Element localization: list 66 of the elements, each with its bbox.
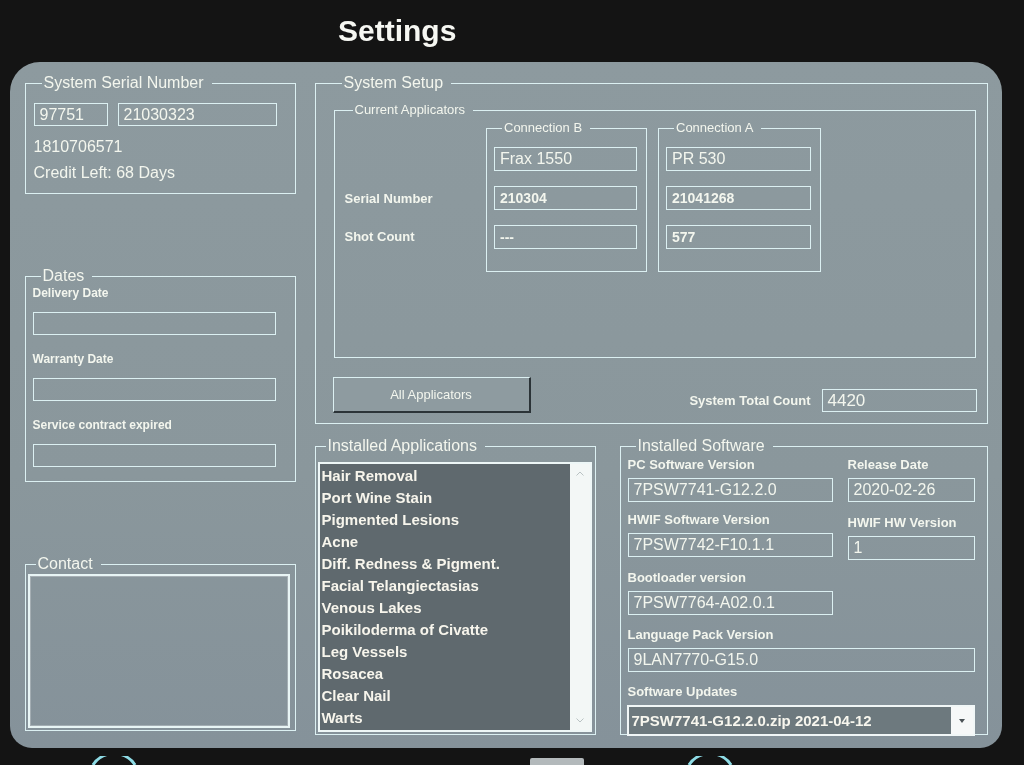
info-text: Credit Left: 68 Days — [33, 163, 175, 183]
group-title: Connection A — [675, 121, 755, 135]
group-title: Dates — [41, 268, 86, 284]
chevron-down-icon[interactable] — [575, 718, 584, 723]
group-title: Installed Applications — [326, 438, 478, 454]
field-label: Bootloader version — [627, 570, 746, 586]
list-item[interactable]: Acne — [321, 531, 359, 553]
serial-number-field[interactable]: 97751 — [33, 103, 108, 126]
list-item[interactable]: Facial Telangiectasias — [321, 575, 479, 597]
applicator-name-field[interactable]: PR 530 — [666, 147, 811, 171]
list-item[interactable]: Clear Nail — [321, 685, 391, 707]
group-title: Connection B — [503, 121, 584, 135]
version-field[interactable]: 9LAN7770-G15.0 — [627, 648, 975, 672]
ring-icon[interactable] — [90, 756, 138, 765]
caret-icon — [958, 718, 965, 723]
field-label: HWIF Software Version — [627, 512, 770, 528]
serial-number-field[interactable]: 21030323 — [117, 103, 277, 126]
version-field[interactable]: 7PSW7741-G12.2.0 — [627, 478, 833, 502]
field-label: Service contract expired — [32, 417, 172, 433]
handle-icon[interactable] — [530, 758, 584, 765]
software-updates-dropdown[interactable]: 7PSW7741-G12.2.0.zip 2021-04-12 — [626, 705, 975, 736]
field-label: Warranty Date — [32, 351, 114, 367]
shot-count-field[interactable]: 577 — [666, 225, 811, 249]
group-title: System Serial Number — [42, 75, 205, 91]
serial-number-field[interactable]: 210304 — [494, 186, 637, 210]
date-field[interactable] — [32, 444, 276, 467]
list-item[interactable]: Warts — [321, 707, 363, 729]
list-item[interactable]: Hair Removal — [321, 465, 418, 487]
version-field[interactable]: 7PSW7764-A02.0.1 — [627, 591, 833, 615]
field-label: Software Updates — [627, 684, 738, 700]
list-item[interactable]: Port Wine Stain — [321, 487, 433, 509]
field-label: PC Software Version — [627, 457, 755, 473]
applicator-name-field[interactable]: Frax 1550 — [494, 147, 637, 171]
serial-number-field[interactable]: 21041268 — [666, 186, 811, 210]
field-label: Language Pack Version — [627, 627, 774, 643]
info-text: 1810706571 — [33, 137, 123, 157]
ring-icon[interactable] — [686, 756, 734, 765]
list-item[interactable]: Pigmented Lesions — [321, 509, 460, 531]
version-field[interactable]: 7PSW7742-F10.1.1 — [627, 533, 833, 557]
date-field[interactable] — [32, 312, 276, 335]
page-title: Settings — [338, 14, 457, 48]
date-field[interactable]: 2020-02-26 — [847, 478, 975, 502]
row-label: Shot Count — [344, 227, 415, 246]
total-count-field[interactable]: 4420 — [821, 389, 977, 412]
version-field[interactable]: 1 — [847, 536, 975, 560]
field-label: Release Date — [847, 457, 929, 473]
scrollbar[interactable] — [569, 464, 590, 730]
group-title: System Setup — [342, 75, 445, 91]
list-item[interactable]: Leg Vessels — [321, 641, 408, 663]
field-label: Delivery Date — [32, 285, 109, 301]
list-item[interactable]: Venous Lakes — [321, 597, 422, 619]
dropdown-button[interactable] — [950, 707, 973, 734]
applications-list[interactable]: Hair Removal Port Wine Stain Pigmented Lesions Acne Diff. Redness & Pigment. Facial Telangiectasias Venous Lakes Poikiloderma of Civatte Leg Vessels Rosacea Clear Nail Warts — [317, 462, 592, 732]
all-applicators-button[interactable]: All Applicators — [332, 377, 531, 413]
group-title: Current Applicators — [353, 103, 467, 117]
group-title: Contact — [36, 556, 94, 572]
row-label: Serial Number — [344, 189, 433, 208]
list-item[interactable]: Diff. Redness & Pigment. — [321, 553, 500, 575]
group-title: Installed Software — [636, 438, 766, 454]
chevron-up-icon[interactable] — [575, 471, 584, 476]
field-label: HWIF HW Version — [847, 515, 957, 531]
list-item[interactable]: Rosacea — [321, 663, 384, 685]
date-field[interactable] — [32, 378, 276, 401]
shot-count-field[interactable]: --- — [494, 225, 637, 249]
list-item[interactable]: Poikiloderma of Civatte — [321, 619, 489, 641]
field-label: System Total Count — [689, 392, 811, 409]
